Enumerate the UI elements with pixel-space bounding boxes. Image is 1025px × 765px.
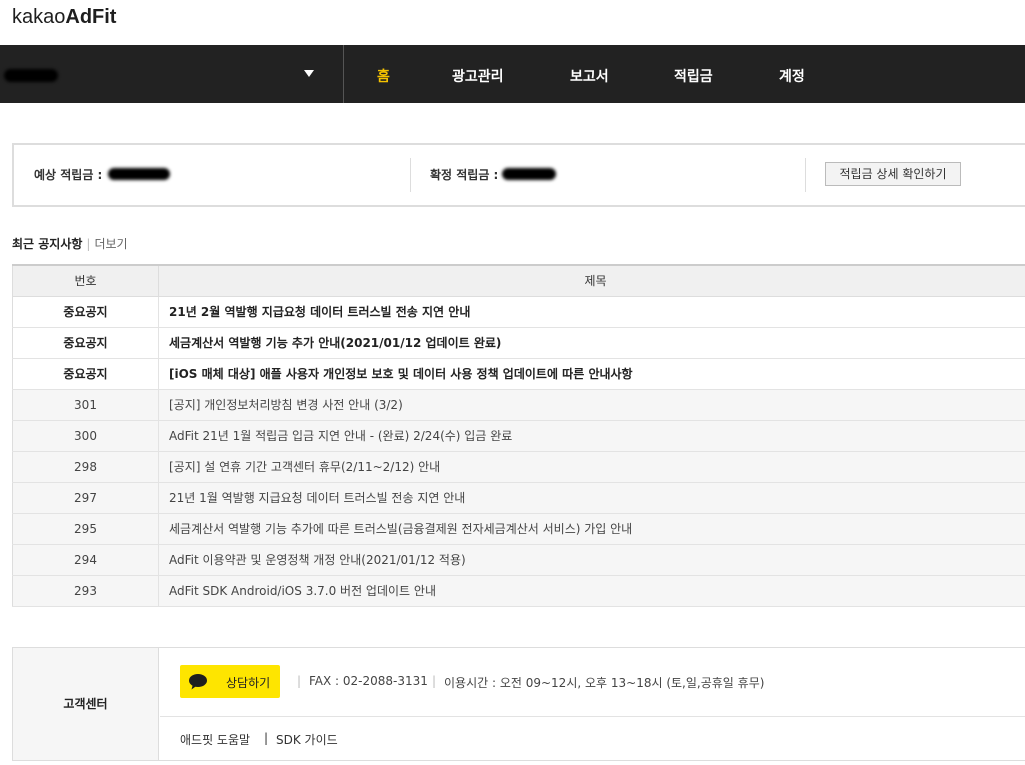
logo-light: kakao [12, 6, 66, 28]
row-title-link[interactable]: 21년 2월 역발행 지급요청 데이터 트러스빌 전송 지연 안내 [158, 296, 1025, 328]
caret-down-icon[interactable] [304, 70, 314, 77]
customer-center-label: 고객센터 [13, 648, 159, 760]
table-row[interactable]: 297 21년 1월 역발행 지급요청 데이터 트러스빌 전송 지연 안내 [12, 482, 1025, 514]
consult-button-label: 상담하기 [226, 676, 271, 690]
confirmed-earnings-label: 확정 적립금 : [430, 168, 499, 182]
divider: | [264, 731, 269, 745]
confirmed-earnings-value-redacted [502, 168, 556, 180]
divider: | [297, 674, 302, 688]
column-header-title: 제목 [158, 264, 1025, 297]
table-row[interactable]: 298 [공지] 설 연휴 기간 고객센터 휴무(2/11~2/12) 안내 [12, 451, 1025, 483]
row-title-link[interactable]: [iOS 매체 대상] 애플 사용자 개인정보 보호 및 데이터 사용 정책 업… [158, 358, 1025, 390]
notices-header: 최근 공지사항 | 더보기 [12, 235, 128, 252]
earnings-summary: 예상 적립금 : 확정 적립금 : 적립금 상세 확인하기 [12, 143, 1025, 207]
kakaotalk-consult-button[interactable]: 상담하기 [180, 665, 280, 698]
row-title-link[interactable]: [공지] 개인정보처리방침 변경 사전 안내 (3/2) [158, 389, 1025, 421]
service-hours: 이용시간 : 오전 09~12시, 오후 13~18시 (토,일,공휴일 휴무) [444, 676, 765, 690]
global-nav: 홈 광고관리 보고서 적립금 계정 [0, 45, 1025, 103]
divider [410, 158, 411, 192]
notices-more-link[interactable]: 더보기 [94, 237, 127, 251]
notices-table: 번호 제목 중요공지 21년 2월 역발행 지급요청 데이터 트러스빌 전송 지연… [12, 264, 1025, 607]
sdk-guide-link[interactable]: SDK 가이드 [276, 731, 338, 748]
menu-account[interactable]: 계정 [779, 66, 805, 86]
row-title-link[interactable]: AdFit 21년 1월 적립금 입금 지연 안내 - (완료) 2/24(수)… [158, 420, 1025, 452]
row-number: 중요공지 [12, 358, 159, 390]
help-link[interactable]: 애드핏 도움말 [180, 731, 250, 748]
kakao-adfit-logo[interactable]: kakaoAdFit [12, 6, 116, 29]
customer-center-contact: 상담하기 | FAX : 02-2088-3131 | 이용시간 : 오전 09… [160, 648, 1025, 717]
row-number: 중요공지 [12, 327, 159, 359]
account-name-redacted [4, 69, 58, 82]
divider [805, 158, 806, 192]
row-title-link[interactable]: 세금계산서 역발행 기능 추가 안내(2021/01/12 업데이트 완료) [158, 327, 1025, 359]
table-row[interactable]: 중요공지 [iOS 매체 대상] 애플 사용자 개인정보 보호 및 데이터 사용 … [12, 358, 1025, 390]
divider: | [432, 674, 437, 688]
table-row[interactable]: 300 AdFit 21년 1월 적립금 입금 지연 안내 - (완료) 2/24… [12, 420, 1025, 452]
fax-number: FAX : 02-2088-3131 [309, 674, 428, 688]
expected-earnings-value-redacted [108, 168, 170, 180]
row-number: 295 [12, 513, 159, 545]
account-selector[interactable] [0, 45, 344, 103]
menu-earnings[interactable]: 적립금 [674, 66, 713, 86]
table-header-row: 번호 제목 [12, 264, 1025, 297]
row-number: 301 [12, 389, 159, 421]
logo-bold: AdFit [65, 6, 117, 28]
row-number: 중요공지 [12, 296, 159, 328]
row-title-link[interactable]: AdFit 이용약관 및 운영정책 개정 안내(2021/01/12 적용) [158, 544, 1025, 576]
row-number: 297 [12, 482, 159, 514]
table-row[interactable]: 301 [공지] 개인정보처리방침 변경 사전 안내 (3/2) [12, 389, 1025, 421]
speech-bubble-icon [189, 674, 207, 690]
expected-earnings-label: 예상 적립금 : [34, 168, 103, 182]
divider: | [86, 237, 91, 251]
customer-center-links: 애드핏 도움말 | SDK 가이드 [160, 718, 1025, 760]
row-title-link[interactable]: 21년 1월 역발행 지급요청 데이터 트러스빌 전송 지연 안내 [158, 482, 1025, 514]
row-title-link[interactable]: [공지] 설 연휴 기간 고객센터 휴무(2/11~2/12) 안내 [158, 451, 1025, 483]
table-row[interactable]: 295 세금계산서 역발행 기능 추가에 따른 트러스빌(금융결제원 전자세금계산… [12, 513, 1025, 545]
customer-center: 고객센터 상담하기 | FAX : 02-2088-3131 | 이용시간 : … [12, 647, 1025, 761]
table-row[interactable]: 중요공지 21년 2월 역발행 지급요청 데이터 트러스빌 전송 지연 안내 [12, 296, 1025, 328]
menu-home[interactable]: 홈 [377, 66, 390, 86]
row-title-link[interactable]: AdFit SDK Android/iOS 3.7.0 버전 업데이트 안내 [158, 575, 1025, 607]
row-number: 298 [12, 451, 159, 483]
column-header-number: 번호 [12, 264, 159, 297]
table-row[interactable]: 중요공지 세금계산서 역발행 기능 추가 안내(2021/01/12 업데이트 완… [12, 327, 1025, 359]
notices-title: 최근 공지사항 [12, 237, 83, 251]
table-row[interactable]: 293 AdFit SDK Android/iOS 3.7.0 버전 업데이트 안… [12, 575, 1025, 607]
earnings-detail-button[interactable]: 적립금 상세 확인하기 [825, 162, 961, 186]
table-row[interactable]: 294 AdFit 이용약관 및 운영정책 개정 안내(2021/01/12 적용… [12, 544, 1025, 576]
row-number: 293 [12, 575, 159, 607]
row-number: 300 [12, 420, 159, 452]
menu-ad-management[interactable]: 광고관리 [452, 66, 504, 86]
row-title-link[interactable]: 세금계산서 역발행 기능 추가에 따른 트러스빌(금융결제원 전자세금계산서 서… [158, 513, 1025, 545]
menu-reports[interactable]: 보고서 [570, 66, 609, 86]
row-number: 294 [12, 544, 159, 576]
